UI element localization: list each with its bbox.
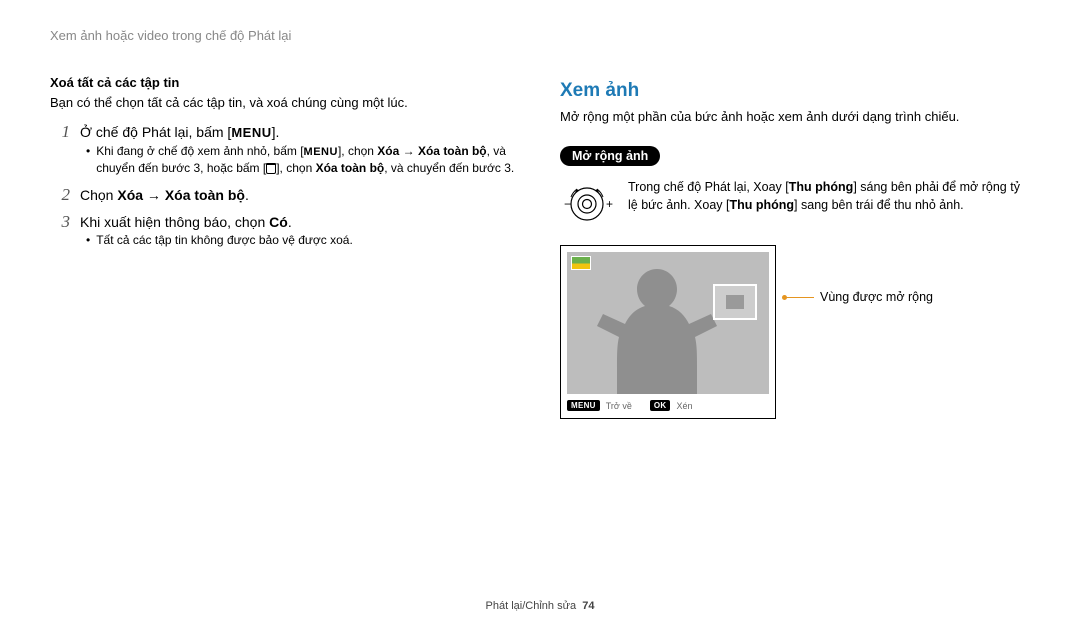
bold-text: Xóa → Xóa toàn bộ — [117, 187, 245, 203]
text: . — [245, 187, 249, 203]
zoom-text: Trong chế độ Phát lại, Xoay [Thu phóng] … — [628, 178, 1030, 214]
text: ], chọn — [276, 161, 315, 175]
subject-silhouette-icon — [597, 269, 717, 394]
ok-button-label: OK — [650, 400, 671, 411]
delete-all-heading: Xoá tất cả các tập tin — [50, 75, 520, 90]
note-text: Tất cả các tập tin không được bảo vệ đượ… — [96, 232, 353, 249]
bullet-dot: • — [86, 232, 90, 249]
menu-label: MENU — [304, 146, 338, 158]
preview-image-area — [567, 252, 769, 394]
text: , và chuyển đến bước 3. — [384, 161, 514, 175]
menu-label: MENU — [231, 125, 271, 140]
step-1-note: • Khi đang ở chế độ xem ảnh nhỏ, bấm [ME… — [86, 143, 520, 177]
bold-text: Có — [269, 214, 288, 230]
plus-label: + — [606, 197, 613, 211]
text: Khi xuất hiện thông báo, chọn — [80, 214, 269, 230]
step-2: 2 Chọn Xóa → Xóa toàn bộ. — [54, 185, 520, 205]
bold-text: Thu phóng — [729, 198, 794, 212]
crop-label: Xén — [676, 401, 692, 411]
text: Ở chế độ Phát lại, bấm [ — [80, 124, 231, 140]
step-number: 3 — [54, 212, 70, 232]
step-3-note: • Tất cả các tập tin không được bảo vệ đ… — [86, 232, 520, 249]
enlarge-pill: Mở rộng ảnh — [560, 146, 660, 166]
right-column: Xem ảnh Mở rộng một phần của bức ảnh hoặ… — [560, 28, 1030, 419]
preview-row: MENU Trở về OK Xén Vùng được mở rộng — [560, 245, 1030, 419]
step-body: Chọn Xóa → Xóa toàn bộ. — [80, 185, 520, 205]
page-content: Xem ảnh hoặc video trong chế độ Phát lại… — [0, 0, 1080, 429]
trash-icon — [266, 163, 276, 174]
step-number: 2 — [54, 185, 70, 205]
step-1: 1 Ở chế độ Phát lại, bấm [MENU]. • Khi đ… — [54, 122, 520, 179]
callout-text: Vùng được mở rộng — [820, 290, 933, 304]
zoom-region-callout: Vùng được mở rộng — [786, 245, 933, 304]
text: Trong chế độ Phát lại, Xoay [ — [628, 180, 789, 194]
page-footer: Phát lại/Chỉnh sửa 74 — [0, 600, 1080, 612]
step-list: 1 Ở chế độ Phát lại, bấm [MENU]. • Khi đ… — [54, 122, 520, 250]
view-photo-intro: Mở rộng một phần của bức ảnh hoặc xem ản… — [560, 108, 1030, 126]
note-text: Khi đang ở chế độ xem ảnh nhỏ, bấm [MENU… — [96, 143, 520, 177]
step-number: 1 — [54, 122, 70, 142]
callout-leader-line — [786, 297, 814, 298]
breadcrumb: Xem ảnh hoặc video trong chế độ Phát lại — [50, 28, 520, 43]
text: Chọn — [80, 187, 117, 203]
zoom-dial-icon: − + — [560, 180, 614, 233]
text: ] sang bên trái để thu nhỏ ảnh. — [794, 198, 964, 212]
footer-section: Phát lại/Chỉnh sửa — [486, 600, 577, 612]
menu-button-label: MENU — [567, 400, 600, 411]
back-label: Trở về — [606, 401, 632, 411]
zoom-region-indicator — [713, 284, 757, 320]
minus-label: − — [564, 197, 571, 211]
text: ]. — [272, 124, 280, 140]
thumbnail-indicator — [571, 256, 591, 270]
zoom-instruction: − + Trong chế độ Phát lại, Xoay [Thu phó… — [560, 178, 1030, 233]
camera-screen-preview: MENU Trở về OK Xén — [560, 245, 776, 419]
step-3: 3 Khi xuất hiện thông báo, chọn Có. • Tấ… — [54, 212, 520, 251]
step-body: Ở chế độ Phát lại, bấm [MENU]. • Khi đan… — [80, 122, 520, 179]
bold-text: Thu phóng — [789, 180, 854, 194]
view-photo-heading: Xem ảnh — [560, 80, 1030, 102]
text: ], chọn — [338, 144, 377, 158]
bold-text: Xóa toàn bộ — [316, 161, 385, 175]
step-body: Khi xuất hiện thông báo, chọn Có. • Tất … — [80, 212, 520, 251]
bold-text: Xóa → Xóa toàn bộ — [377, 144, 486, 158]
delete-all-intro: Bạn có thể chọn tất cả các tập tin, và x… — [50, 94, 520, 112]
text: Khi đang ở chế độ xem ảnh nhỏ, bấm [ — [96, 144, 303, 158]
page-number: 74 — [582, 600, 594, 612]
bullet-dot: • — [86, 143, 90, 177]
preview-footer-bar: MENU Trở về OK Xén — [567, 397, 769, 414]
text: . — [288, 214, 292, 230]
left-column: Xem ảnh hoặc video trong chế độ Phát lại… — [50, 28, 520, 419]
